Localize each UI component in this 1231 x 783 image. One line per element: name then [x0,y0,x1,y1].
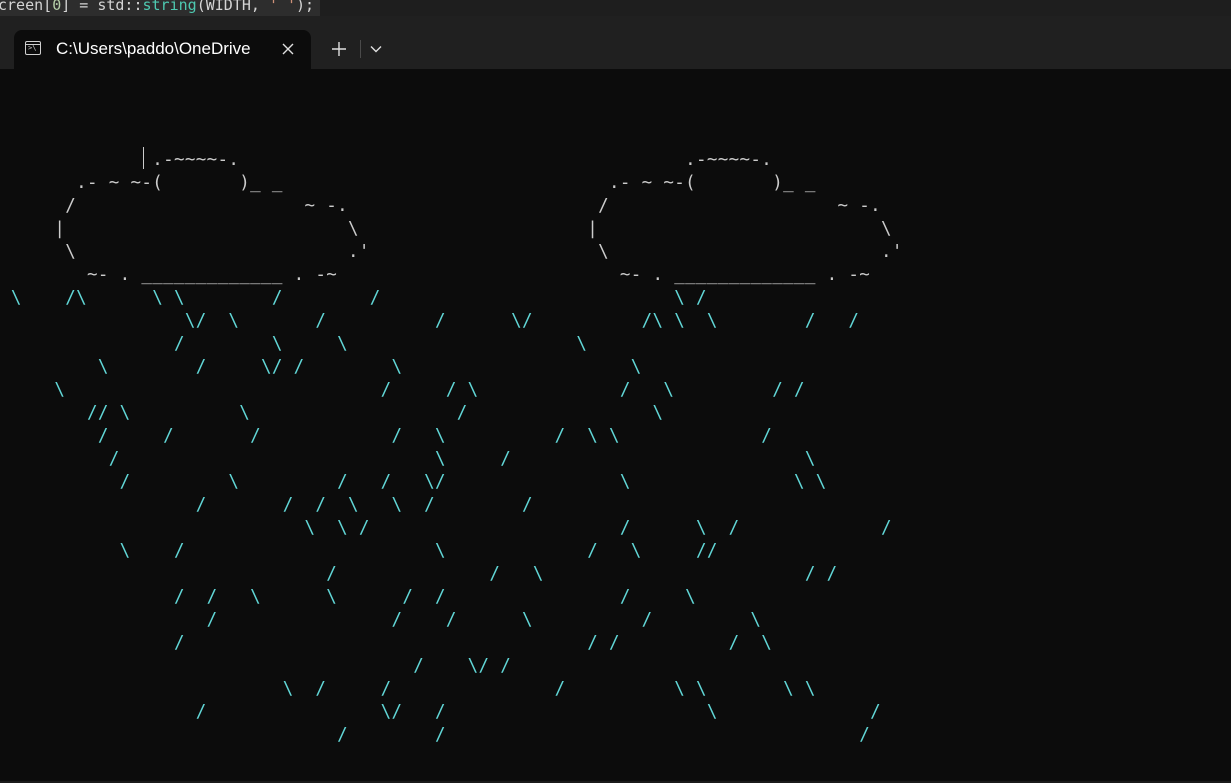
text-cursor [143,147,144,169]
terminal-output[interactable]: .-~~~~-. .-~~~~-. .- ~ ~-( )_ _ .- ~ ~-(… [0,69,1231,783]
editor-code-line: creen[0] = std::string(WIDTH, ' '); [0,0,321,16]
code-token: (WIDTH, [196,0,269,14]
terminal-titlebar: >\ C:\Users\paddo\OneDrive [0,16,1231,69]
code-token: creen[ [0,0,53,14]
terminal-tab[interactable]: >\ C:\Users\paddo\OneDrive [14,30,311,69]
cloud-ascii-art: .-~~~~-. .-~~~~-. .- ~ ~-( )_ _ .- ~ ~-(… [54,150,903,285]
code-token-type: string [142,0,197,14]
tab-title: C:\Users\paddo\OneDrive [56,39,251,58]
tab-dropdown-button[interactable] [363,37,389,61]
titlebar-divider [360,40,361,58]
code-token: ] = std:: [61,0,143,14]
code-token-number: 0 [52,0,62,14]
plus-icon [332,42,346,56]
editor-background-strip: creen[0] = std::string(WIDTH, ' '); [0,0,1231,16]
chevron-down-icon [370,46,382,53]
code-token: ); [296,0,315,14]
terminal-icon: >\ [25,41,41,55]
close-icon[interactable] [276,37,300,61]
code-token-string: ' ' [268,0,297,14]
rain-ascii-art: \ /\ \ \ / / \ / \/ \ / / \/ /\ \ \ / / … [10,288,892,745]
new-tab-button[interactable] [323,37,355,61]
